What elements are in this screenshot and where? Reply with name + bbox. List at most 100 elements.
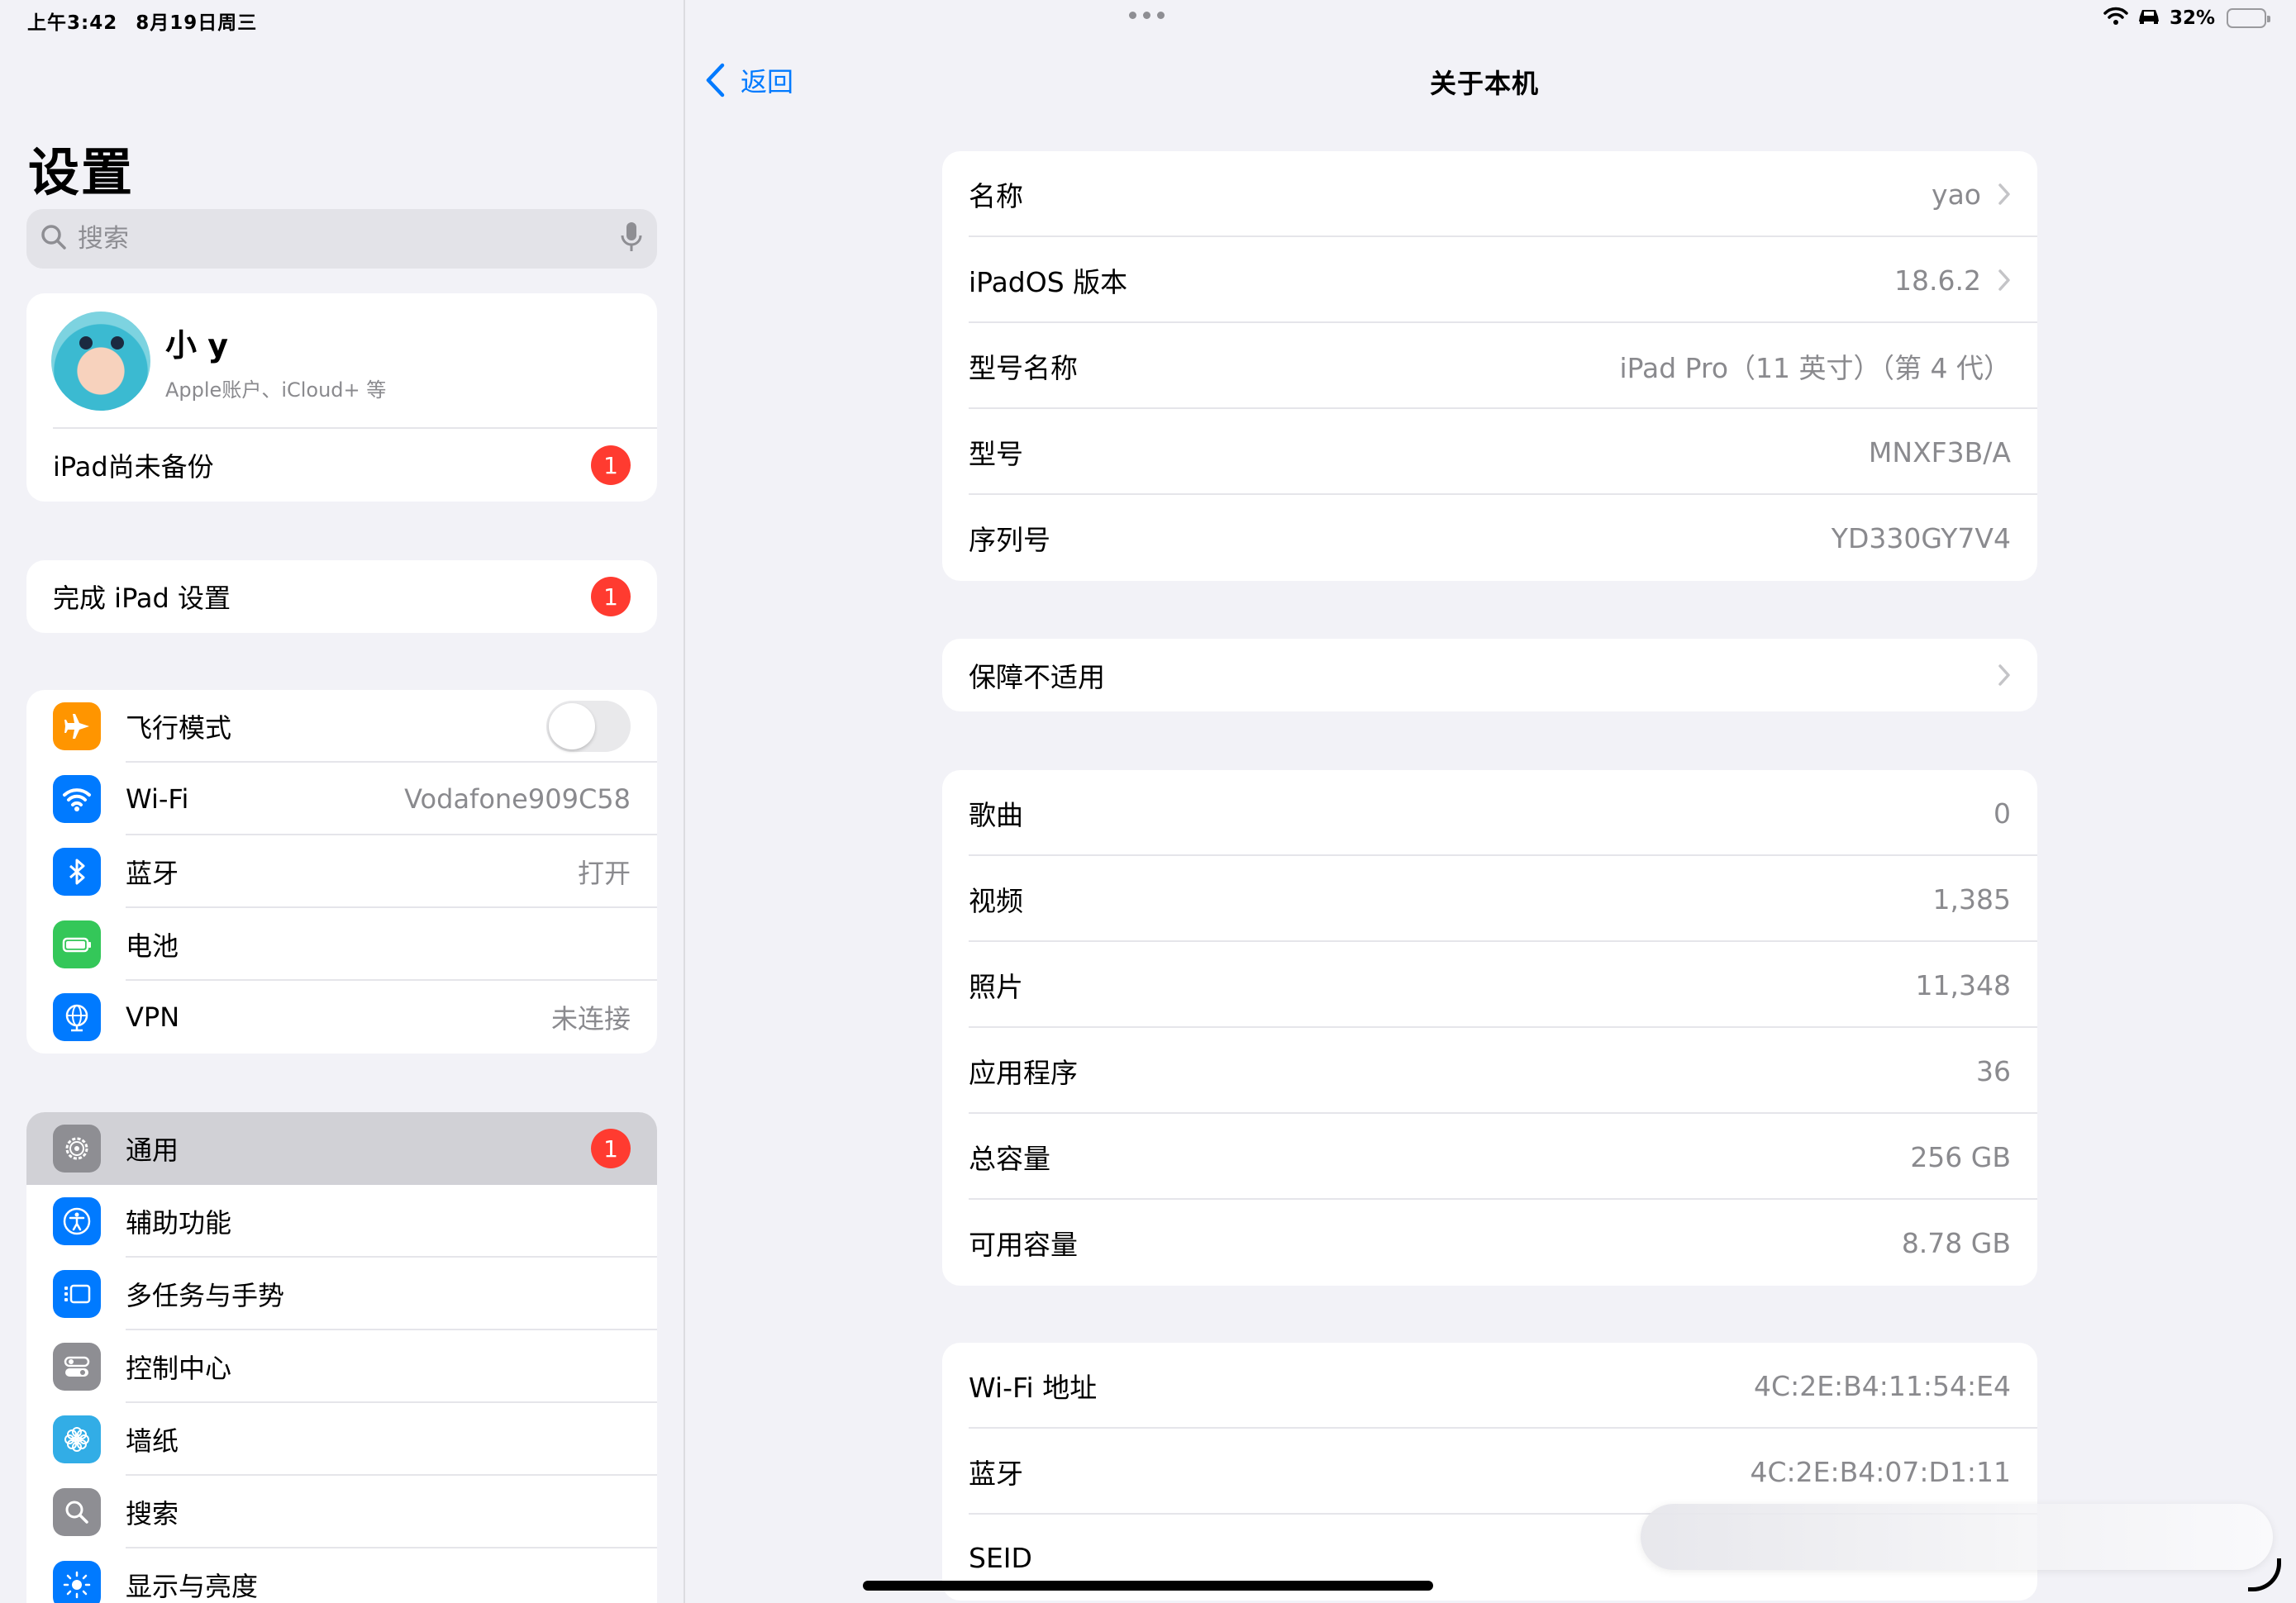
row-label: Wi-Fi 地址 <box>969 1372 1098 1404</box>
accessibility-icon <box>53 1197 101 1245</box>
row-value: 0 <box>1994 797 2011 830</box>
wifi-icon <box>2103 7 2128 30</box>
row-value: 18.6.2 <box>1894 264 1981 297</box>
battery-indicator-icon <box>2227 8 2270 28</box>
row-label: 保障不适用 <box>969 661 1105 693</box>
sidebar-item-control-center[interactable]: 控制中心 <box>26 1330 657 1403</box>
sidebar-item-label: 飞行模式 <box>126 712 232 744</box>
profile-name: 小 y <box>165 327 229 364</box>
avatar <box>51 312 150 411</box>
row-label: 名称 <box>969 180 1023 212</box>
serial-number-row[interactable]: 序列号 YD330GY7V4 <box>942 495 2037 581</box>
car-icon <box>2136 7 2161 30</box>
videos-row: 视频 1,385 <box>942 856 2037 942</box>
apple-account-row[interactable]: 小 y Apple账户、iCloud+ 等 <box>26 293 657 429</box>
wifi-icon <box>53 775 101 823</box>
sidebar-item-display-brightness[interactable]: 显示与亮度 <box>26 1548 657 1603</box>
row-value: 4C:2E:B4:11:54:E4 <box>1754 1369 2011 1402</box>
avatar-eye-left <box>79 336 93 350</box>
row-label: iPadOS 版本 <box>969 266 1128 298</box>
row-value: MNXF3B/A <box>1868 435 2011 469</box>
available-row: 可用容量 8.78 GB <box>942 1200 2037 1286</box>
ipados-version-row[interactable]: iPadOS 版本 18.6.2 <box>942 237 2037 323</box>
bluetooth-icon <box>53 848 101 896</box>
sidebar-item-label: 多任务与手势 <box>126 1280 285 1311</box>
microphone-icon[interactable] <box>619 221 644 257</box>
search-bar[interactable] <box>26 209 657 269</box>
sidebar-item-bluetooth[interactable]: 蓝牙 打开 <box>26 835 657 908</box>
battery-icon <box>53 920 101 968</box>
system-card: 通用 1 辅助功能 多任务与手势 控制中心 墙纸 搜索 显示与亮度 <box>26 1112 657 1603</box>
photos-row: 照片 11,348 <box>942 942 2037 1028</box>
sidebar-item-multitasking[interactable]: 多任务与手势 <box>26 1258 657 1330</box>
sidebar-item-label: 通用 <box>126 1134 179 1166</box>
backup-label: iPad尚未备份 <box>53 451 214 483</box>
chevron-left-icon <box>706 63 725 98</box>
profile-subtitle: Apple账户、iCloud+ 等 <box>165 378 387 402</box>
page-title: 设置 <box>28 142 135 202</box>
coverage-row[interactable]: 保障不适用 <box>942 639 2037 711</box>
row-value: YD330GY7V4 <box>1831 521 2011 554</box>
sidebar: 上午3:42 8月19日周三 设置 小 y Apple账户、iCloud+ 等 <box>0 0 684 1603</box>
row-label: 照片 <box>969 971 1023 1003</box>
bluetooth-status-value: 打开 <box>577 858 631 889</box>
backup-row[interactable]: iPad尚未备份 1 <box>26 429 657 502</box>
sidebar-item-accessibility[interactable]: 辅助功能 <box>26 1185 657 1258</box>
row-value: iPad Pro（11 英寸）（第 4 代） <box>1619 352 2011 384</box>
finish-setup-row[interactable]: 完成 iPad 设置 1 <box>26 560 657 633</box>
chevron-right-icon <box>1998 269 2010 291</box>
notification-badge: 1 <box>591 1129 631 1168</box>
sidebar-item-label: 蓝牙 <box>126 858 179 889</box>
sidebar-item-general[interactable]: 通用 1 <box>26 1112 657 1185</box>
row-label: 型号名称 <box>969 352 1078 384</box>
sidebar-item-search[interactable]: 搜索 <box>26 1476 657 1548</box>
sidebar-item-wallpaper[interactable]: 墙纸 <box>26 1403 657 1476</box>
search-input[interactable] <box>78 224 619 254</box>
battery-percent: 32% <box>2169 7 2215 29</box>
sun-icon <box>53 1561 101 1603</box>
notification-badge: 1 <box>591 577 631 616</box>
setup-card: 完成 iPad 设置 1 <box>26 560 657 633</box>
floating-overlay <box>1641 1504 2273 1570</box>
bluetooth-address-row[interactable]: 蓝牙 4C:2E:B4:07:D1:11 <box>942 1429 2037 1515</box>
airplane-mode-toggle[interactable] <box>546 701 631 752</box>
model-name-row: 型号名称 iPad Pro（11 英寸）（第 4 代） <box>942 323 2037 409</box>
home-indicator[interactable] <box>863 1581 1433 1591</box>
row-value: 4C:2E:B4:07:D1:11 <box>1750 1455 2012 1488</box>
multitasking-icon <box>53 1270 101 1318</box>
multitasking-dots[interactable] <box>1129 12 1165 19</box>
search-icon <box>53 1488 101 1536</box>
nav-title: 关于本机 <box>1430 68 1540 99</box>
sidebar-item-vpn[interactable]: VPN 未连接 <box>26 981 657 1054</box>
wifi-network-value: Vodafone909C58 <box>404 783 631 815</box>
row-label: 蓝牙 <box>969 1458 1023 1490</box>
media-storage-card: 歌曲 0 视频 1,385 照片 11,348 应用程序 36 总容量 256 … <box>942 770 2037 1286</box>
back-button[interactable]: 返回 <box>704 61 793 99</box>
row-label: 应用程序 <box>969 1057 1078 1089</box>
wifi-address-row[interactable]: Wi-Fi 地址 4C:2E:B4:11:54:E4 <box>942 1343 2037 1429</box>
sidebar-item-battery[interactable]: 电池 <box>26 908 657 981</box>
name-row[interactable]: 名称 yao <box>942 151 2037 237</box>
globe-icon <box>53 993 101 1041</box>
sidebar-item-label: 搜索 <box>126 1498 179 1529</box>
sidebar-item-airplane-mode[interactable]: 飞行模式 <box>26 690 657 763</box>
notification-badge: 1 <box>591 445 631 485</box>
sidebar-item-label: VPN <box>126 1001 180 1033</box>
model-number-row[interactable]: 型号 MNXF3B/A <box>942 409 2037 495</box>
row-label: 歌曲 <box>969 799 1023 831</box>
back-label: 返回 <box>741 66 794 98</box>
row-label: 序列号 <box>969 524 1050 556</box>
chevron-right-icon <box>1998 664 2010 686</box>
profile-card: 小 y Apple账户、iCloud+ 等 iPad尚未备份 1 <box>26 293 657 502</box>
sidebar-item-wifi[interactable]: Wi-Fi Vodafone909C58 <box>26 763 657 835</box>
status-date: 8月19日周三 <box>136 12 258 34</box>
row-value: yao <box>1932 178 1981 211</box>
sidebar-item-label: 控制中心 <box>126 1353 232 1384</box>
profile-info: 小 y Apple账户、iCloud+ 等 <box>165 320 386 402</box>
connectivity-card: 飞行模式 Wi-Fi Vodafone909C58 蓝牙 打开 电池 VPN 未… <box>26 690 657 1054</box>
songs-row: 歌曲 0 <box>942 770 2037 856</box>
control-center-icon <box>53 1343 101 1391</box>
capacity-row: 总容量 256 GB <box>942 1114 2037 1200</box>
row-label: 视频 <box>969 885 1023 917</box>
sidebar-item-label: 电池 <box>126 930 179 962</box>
